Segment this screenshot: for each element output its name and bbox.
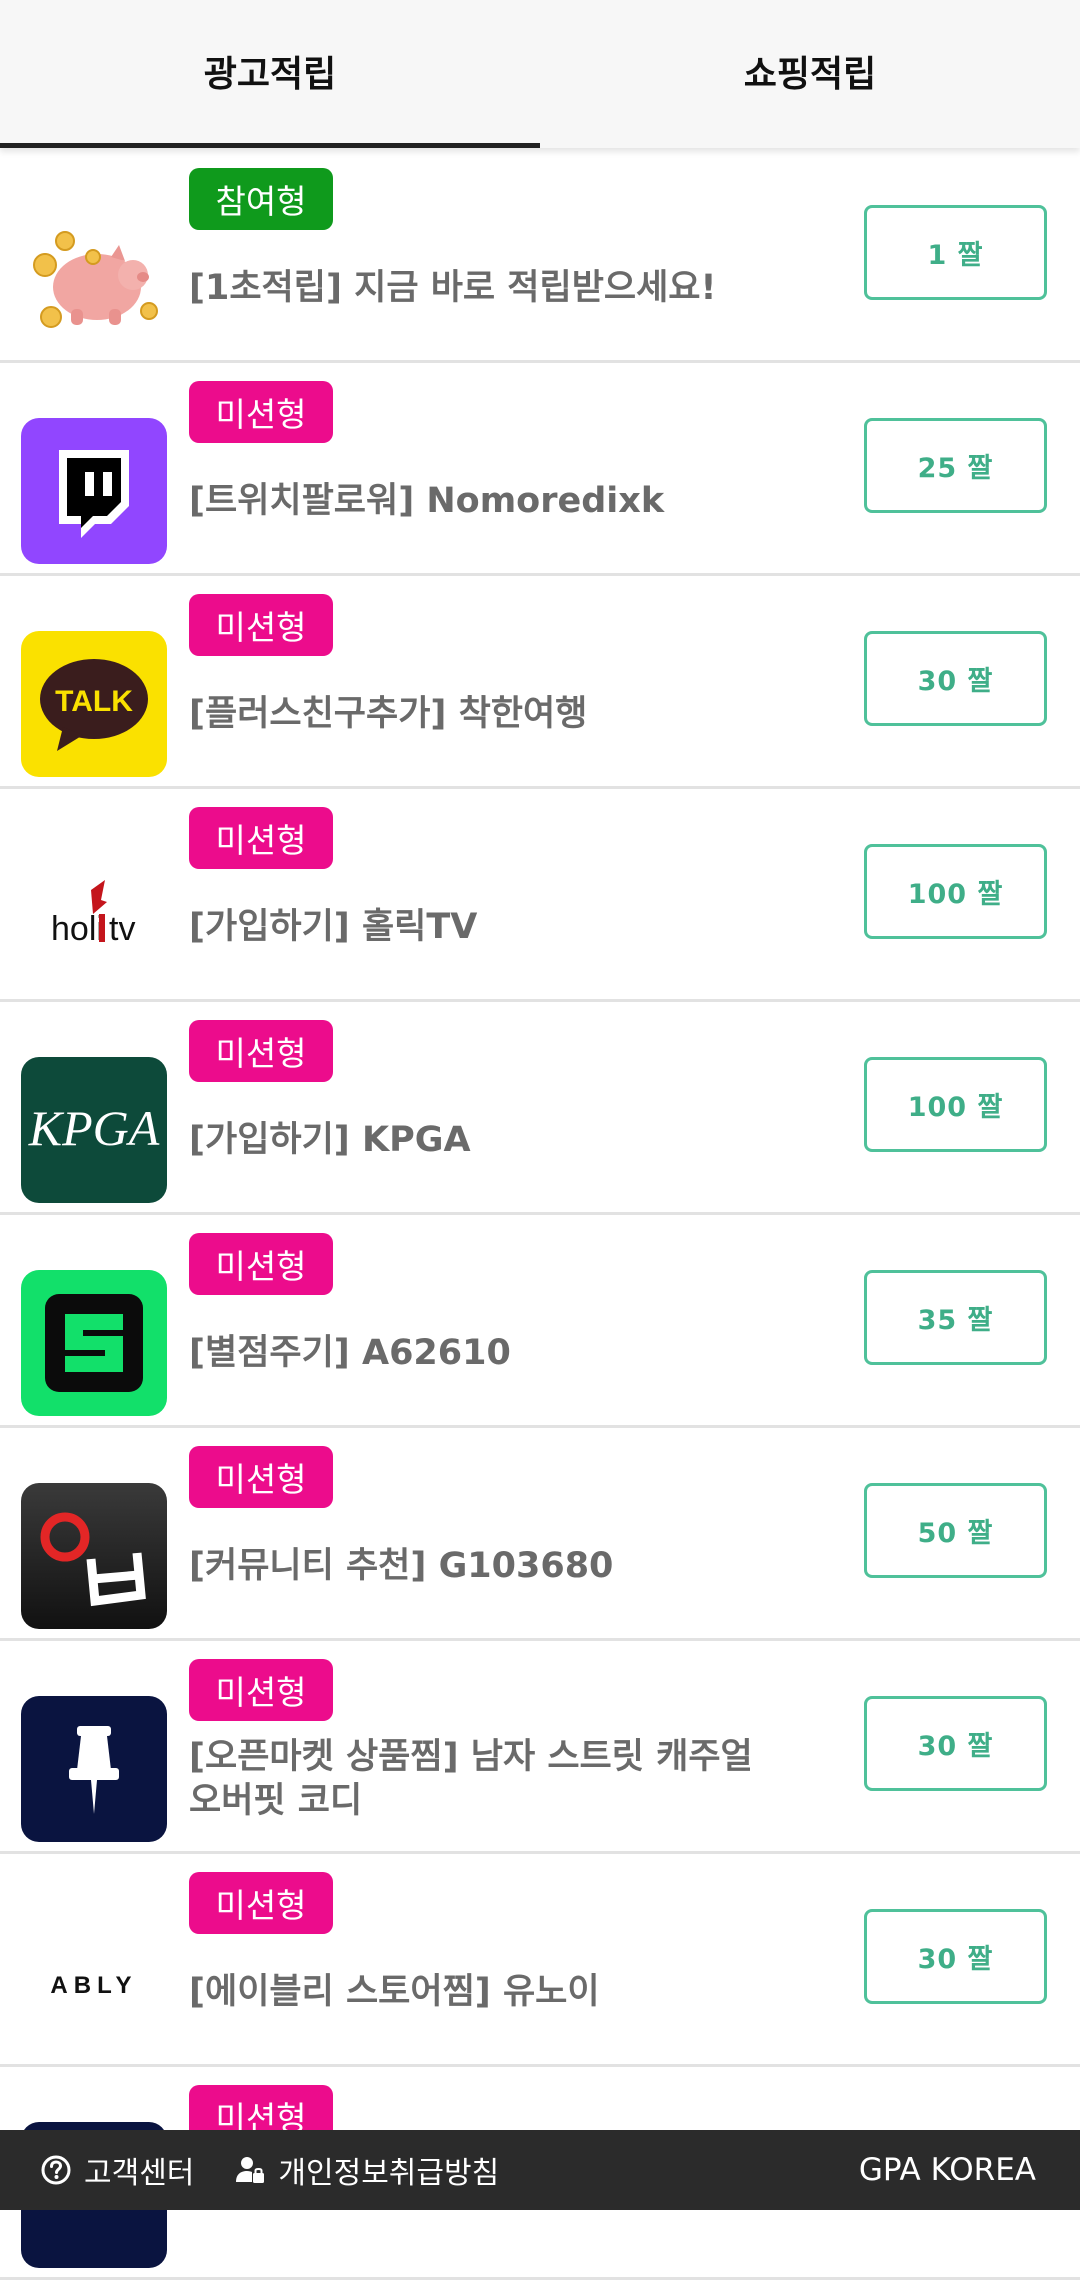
list-item[interactable]: KPGA 미션형 [가입하기] KPGA 100 짤 [0,1002,1080,1215]
brand-label: GPA KOREA [858,2152,1036,2188]
talk-logo-text: TALK [55,685,133,718]
reward-button[interactable]: 25 짤 [864,418,1047,513]
item-title: [오픈마켓 상품찜] 남자 스트릿 캐주얼 오버핏 코디 [189,1737,753,1821]
ably-logo: ABLY [21,1909,167,2055]
community-logo [21,1483,167,1629]
reward-button[interactable]: 100 짤 [864,1057,1047,1152]
twitch-icon [21,418,167,564]
tv-logo-text: tv [109,910,135,948]
customer-center-label: 고객센터 [84,2156,195,2191]
type-badge: 미션형 [189,1446,333,1508]
help-circle-icon [41,2155,71,2185]
type-badge: 참여형 [189,168,333,230]
privacy-policy-link[interactable]: 개인정보취급방침 [234,2148,499,2192]
reward-button[interactable]: 50 짤 [864,1483,1047,1578]
tab-ad-rewards[interactable]: 광고적립 [0,0,540,148]
item-title: [트위치팔로워] Nomoredixk [189,481,665,521]
reward-list: 참여형 [1초적립] 지금 바로 적립받으세요! 1 짤 미션형 [트위치팔로워… [0,150,1080,2280]
list-item[interactable]: TALK 미션형 [플러스친구추가] 착한여행 30 짤 [0,576,1080,789]
kpga-logo: KPGA [21,1057,167,1203]
item-title: [1초적립] 지금 바로 적립받으세요! [189,268,717,308]
pin-icon [21,1696,167,1842]
item-title: [플러스친구추가] 착한여행 [189,694,588,734]
list-item[interactable]: 미션형 [트위치팔로워] Nomoredixk 25 짤 [0,363,1080,576]
list-item[interactable]: ABLY 미션형 [에이블리 스토어찜] 유노이 30 짤 [0,1854,1080,2067]
kpga-logo-text: KPGA [28,1100,160,1156]
reward-button[interactable]: 1 짤 [864,205,1047,300]
s-logo-icon [21,1270,167,1416]
reward-button[interactable]: 100 짤 [864,844,1047,939]
tab-shopping-rewards[interactable]: 쇼핑적립 [540,0,1080,148]
list-item[interactable]: holi tv 미션형 [가입하기] 홀릭TV 100 짤 [0,789,1080,1002]
type-badge: 미션형 [189,594,333,656]
tab-bar: 광고적립 쇼핑적립 [0,0,1080,148]
reward-button[interactable]: 35 짤 [864,1270,1047,1365]
type-badge: 미션형 [189,381,333,443]
ably-logo-text: ABLY [50,1972,137,1999]
reward-button[interactable]: 30 짤 [864,1696,1047,1791]
item-title: [가입하기] 홀릭TV [189,907,478,947]
type-badge: 미션형 [189,1872,333,1934]
holictv-logo: holi tv [21,844,167,990]
list-item[interactable]: 미션형 [오픈마켓 상품찜] 남자 스트릿 캐주얼 오버핏 코디 30 짤 [0,1641,1080,1854]
type-badge: 미션형 [189,1020,333,1082]
item-title: [별점주기] A62610 [189,1333,511,1373]
list-item[interactable]: 참여형 [1초적립] 지금 바로 적립받으세요! 1 짤 [0,150,1080,363]
holic-logo-text: holi [51,910,104,948]
list-item[interactable]: 미션형 [커뮤니티 추천] G103680 50 짤 [0,1428,1080,1641]
kakaotalk-icon: TALK [21,631,167,777]
customer-center-link[interactable]: 고객센터 [40,2148,194,2192]
type-badge: 미션형 [189,1659,333,1721]
item-title: [가입하기] KPGA [189,1120,471,1160]
footer-bar: 고객센터 개인정보취급방침 GPA KOREA [0,2130,1080,2210]
type-badge: 미션형 [189,1233,333,1295]
reward-button[interactable]: 30 짤 [864,631,1047,726]
item-title: [에이블리 스토어찜] 유노이 [189,1972,600,2012]
user-lock-icon [236,2157,265,2183]
list-item[interactable]: 미션형 [별점주기] A62610 35 짤 [0,1215,1080,1428]
privacy-policy-label: 개인정보취급방침 [278,2156,500,2191]
piggy-bank-icon [21,205,167,351]
reward-button[interactable]: 30 짤 [864,1909,1047,2004]
item-title: [커뮤니티 추천] G103680 [189,1546,614,1586]
type-badge: 미션형 [189,807,333,869]
